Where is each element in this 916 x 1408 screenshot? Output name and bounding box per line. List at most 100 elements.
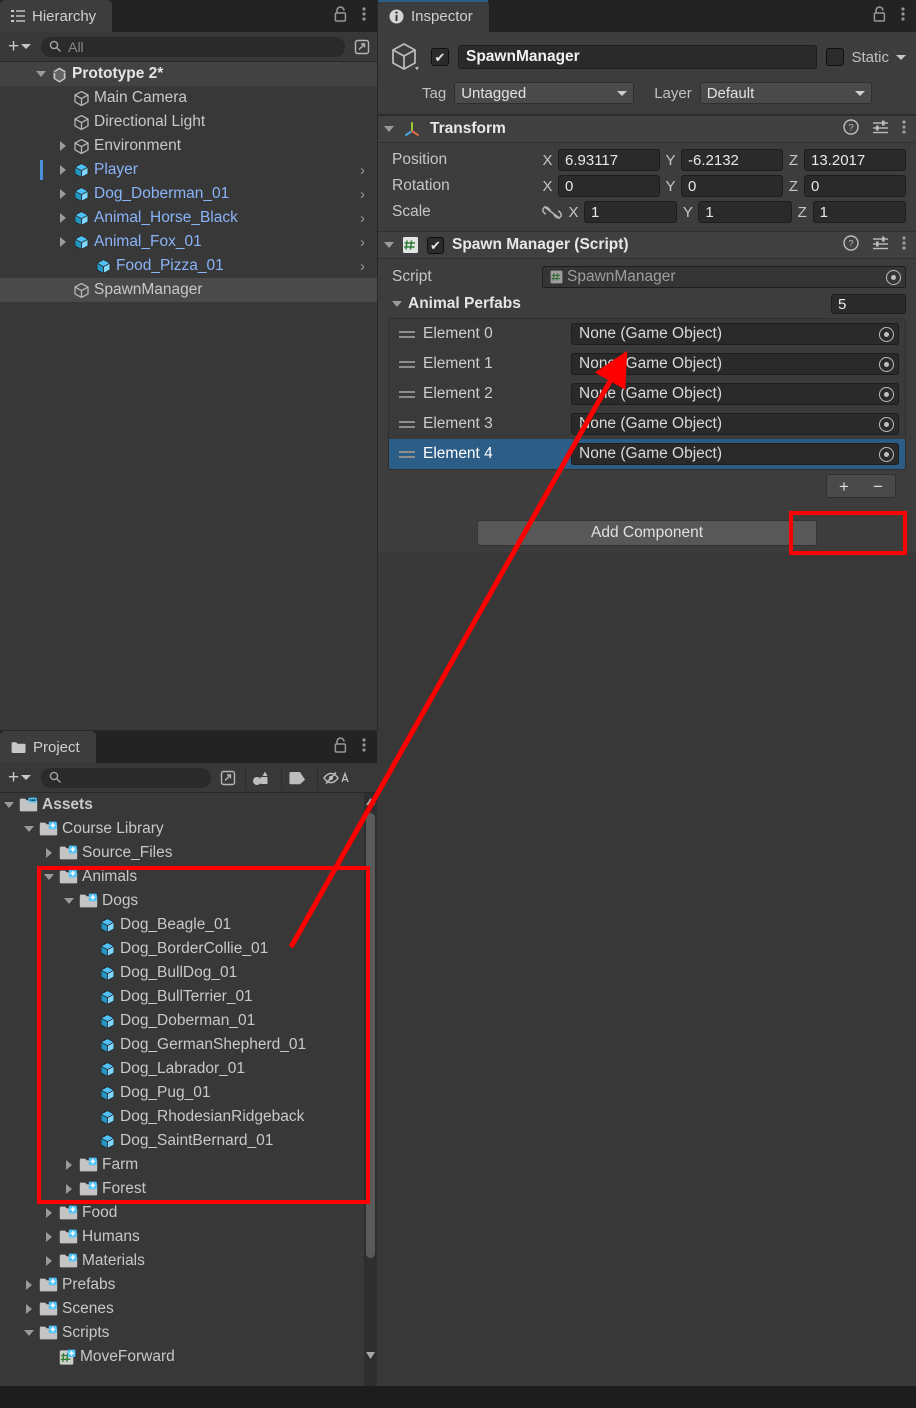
project-row[interactable]: Dog_Beagle_01: [0, 913, 377, 937]
project-row[interactable]: Materials: [0, 1249, 377, 1273]
array-element-object-field[interactable]: None (Game Object): [571, 353, 899, 375]
kebab-menu-icon[interactable]: [362, 737, 366, 757]
hierarchy-row[interactable]: Directional Light: [0, 110, 377, 134]
tab-project[interactable]: Project: [0, 731, 96, 763]
transform-z-field[interactable]: 0: [804, 175, 906, 197]
transform-x-field[interactable]: 1: [584, 201, 678, 223]
array-element-row[interactable]: Element 1 None (Game Object): [389, 349, 905, 379]
drag-handle-icon[interactable]: [399, 330, 415, 338]
gameobject-name-field[interactable]: SpawnManager: [458, 45, 818, 69]
project-row[interactable]: Dog_Pug_01: [0, 1081, 377, 1105]
project-popout-button[interactable]: [217, 767, 239, 789]
foldout-collapsed-icon[interactable]: [42, 1232, 56, 1242]
drag-handle-icon[interactable]: [399, 450, 415, 458]
foldout-expanded-icon[interactable]: [62, 898, 76, 904]
array-element-row[interactable]: Element 0 None (Game Object): [389, 319, 905, 349]
project-row[interactable]: Dog_Labrador_01: [0, 1057, 377, 1081]
project-row[interactable]: MoveForward: [0, 1345, 377, 1369]
help-icon[interactable]: ?: [843, 119, 859, 139]
foldout-icon[interactable]: [384, 126, 394, 132]
array-size-field[interactable]: 5: [831, 294, 906, 314]
foldout-collapsed-icon[interactable]: [56, 165, 70, 175]
project-row[interactable]: Animals: [0, 865, 377, 889]
project-row[interactable]: Humans: [0, 1225, 377, 1249]
object-picker-icon[interactable]: [879, 446, 894, 462]
project-row[interactable]: Source_Files: [0, 841, 377, 865]
object-picker-icon[interactable]: [879, 326, 894, 342]
object-picker-icon[interactable]: [879, 386, 894, 402]
open-prefab-chevron-icon[interactable]: ›: [360, 235, 365, 250]
project-row[interactable]: Dog_GermanShepherd_01: [0, 1033, 377, 1057]
hierarchy-row[interactable]: Animal_Fox_01 ›: [0, 230, 377, 254]
drag-handle-icon[interactable]: [399, 390, 415, 398]
project-scroll-thumb[interactable]: [366, 813, 375, 1258]
project-row[interactable]: Dog_Doberman_01: [0, 1009, 377, 1033]
hierarchy-row[interactable]: Player ›: [0, 158, 377, 182]
foldout-collapsed-icon[interactable]: [56, 189, 70, 199]
open-prefab-chevron-icon[interactable]: ›: [360, 163, 365, 178]
transform-y-field[interactable]: 0: [681, 175, 783, 197]
project-row[interactable]: Course Library: [0, 817, 377, 841]
array-element-row[interactable]: Element 2 None (Game Object): [389, 379, 905, 409]
project-row[interactable]: Dog_BullDog_01: [0, 961, 377, 985]
foldout-collapsed-icon[interactable]: [42, 1256, 56, 1266]
kebab-menu-icon[interactable]: [902, 235, 906, 255]
foldout-collapsed-icon[interactable]: [22, 1304, 36, 1314]
create-gameobject-button[interactable]: +: [4, 36, 35, 58]
spawnmanager-component-header[interactable]: Spawn Manager (Script) ?: [378, 231, 916, 259]
open-prefab-chevron-icon[interactable]: ›: [360, 211, 365, 226]
scroll-down-arrow-icon[interactable]: [365, 1349, 376, 1362]
shapes-filter-icon[interactable]: [245, 766, 275, 789]
foldout-expanded-icon[interactable]: [42, 874, 56, 880]
project-row[interactable]: Food: [0, 1201, 377, 1225]
object-picker-icon[interactable]: [886, 269, 901, 285]
array-element-object-field[interactable]: None (Game Object): [571, 413, 899, 435]
tag-dropdown[interactable]: Untagged: [454, 82, 635, 104]
transform-y-field[interactable]: -6.2132: [681, 149, 783, 171]
foldout-collapsed-icon[interactable]: [22, 1280, 36, 1290]
foldout-collapsed-icon[interactable]: [56, 213, 70, 223]
array-element-object-field[interactable]: None (Game Object): [571, 443, 899, 465]
help-icon[interactable]: ?: [843, 235, 859, 255]
transform-y-field[interactable]: 1: [698, 201, 792, 223]
foldout-expanded-icon[interactable]: [22, 826, 36, 832]
project-row[interactable]: Scripts: [0, 1321, 377, 1345]
array-element-row[interactable]: Element 4 None (Game Object): [389, 439, 905, 469]
lock-icon[interactable]: [333, 736, 348, 758]
open-prefab-chevron-icon[interactable]: ›: [360, 259, 365, 274]
foldout-expanded-icon[interactable]: [22, 1330, 36, 1336]
array-element-object-field[interactable]: None (Game Object): [571, 323, 899, 345]
kebab-menu-icon[interactable]: [362, 6, 366, 26]
project-row[interactable]: Dogs: [0, 889, 377, 913]
kebab-menu-icon[interactable]: [902, 119, 906, 139]
hierarchy-row[interactable]: Dog_Doberman_01 ›: [0, 182, 377, 206]
foldout-collapsed-icon[interactable]: [42, 848, 56, 858]
static-checkbox[interactable]: [826, 48, 845, 66]
foldout-collapsed-icon[interactable]: [56, 237, 70, 247]
project-row[interactable]: Dog_RhodesianRidgeback: [0, 1105, 377, 1129]
project-row[interactable]: Dog_SaintBernard_01: [0, 1129, 377, 1153]
foldout-collapsed-icon[interactable]: [56, 141, 70, 151]
hierarchy-row[interactable]: Food_Pizza_01 ›: [0, 254, 377, 278]
preset-icon[interactable]: [872, 119, 889, 139]
foldout-collapsed-icon[interactable]: [62, 1160, 76, 1170]
hierarchy-search-input[interactable]: All: [41, 36, 345, 57]
hierarchy-popout-button[interactable]: [351, 36, 373, 58]
hierarchy-row[interactable]: Animal_Horse_Black ›: [0, 206, 377, 230]
array-element-object-field[interactable]: None (Game Object): [571, 383, 899, 405]
array-element-row[interactable]: Element 3 None (Game Object): [389, 409, 905, 439]
link-off-icon[interactable]: [542, 205, 562, 220]
object-picker-icon[interactable]: [879, 416, 894, 432]
foldout-collapsed-icon[interactable]: [42, 1208, 56, 1218]
visibility-off-icon[interactable]: [317, 766, 353, 789]
project-row[interactable]: Prefabs: [0, 1273, 377, 1297]
static-dropdown-chevron-icon[interactable]: [896, 54, 906, 60]
script-object-field[interactable]: SpawnManager: [542, 266, 906, 288]
array-add-button[interactable]: +: [827, 478, 861, 495]
foldout-expanded-icon[interactable]: [2, 802, 16, 808]
foldout-expanded-icon[interactable]: [34, 71, 48, 77]
project-scrollbar[interactable]: [364, 793, 377, 1386]
hierarchy-row[interactable]: Main Camera: [0, 86, 377, 110]
lock-icon[interactable]: [333, 5, 348, 27]
lock-icon[interactable]: [872, 5, 887, 27]
